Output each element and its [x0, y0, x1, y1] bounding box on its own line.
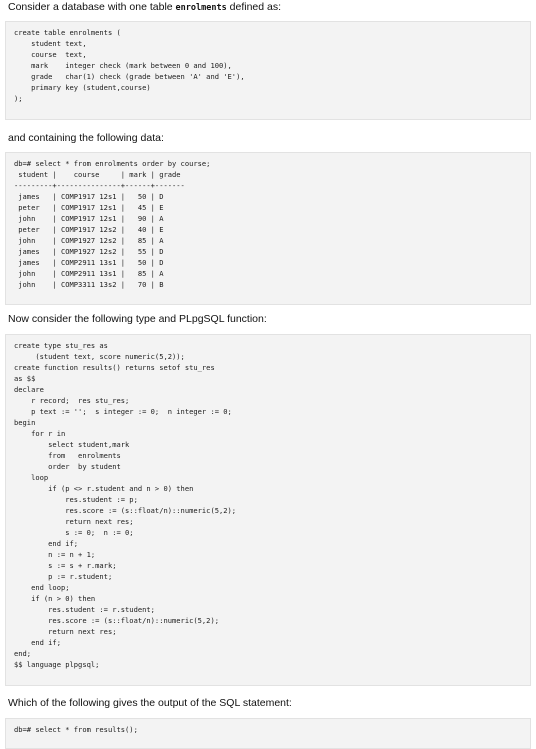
function-code: create type stu_res as (student text, sc…: [14, 341, 237, 669]
intro-text-after: defined as:: [226, 1, 282, 13]
data-code: db=# select * from enrolments order by c…: [14, 159, 211, 289]
data-code-block: db=# select * from enrolments order by c…: [5, 152, 531, 305]
intro-text-before: Consider a database with one table: [8, 1, 176, 13]
schema-code-block: create table enrolments ( student text, …: [5, 21, 531, 120]
intro-paragraph: Consider a database with one table enrol…: [5, 0, 531, 14]
data-intro-paragraph: and containing the following data:: [8, 132, 164, 144]
function-code-block: create type stu_res as (student text, sc…: [5, 334, 531, 686]
function-intro-paragraph: Now consider the following type and PLpg…: [8, 313, 267, 325]
table-name-code: enrolments: [175, 3, 227, 13]
question-paragraph: Which of the following gives the output …: [8, 697, 292, 709]
query-code-block: db=# select * from results();: [5, 718, 531, 749]
page: Consider a database with one table enrol…: [0, 0, 536, 749]
schema-code: create table enrolments ( student text, …: [14, 28, 245, 103]
query-code: db=# select * from results();: [14, 725, 138, 734]
